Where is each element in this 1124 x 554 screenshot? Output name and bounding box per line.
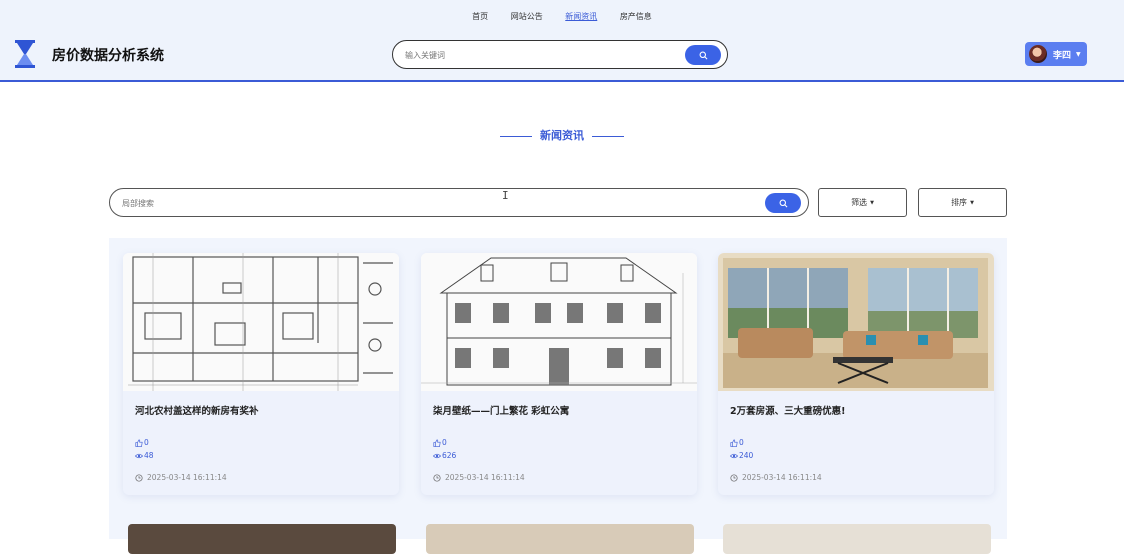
user-name: 李四: [1053, 50, 1072, 61]
nav-item-property[interactable]: 房产信息: [620, 12, 652, 21]
avatar: [1029, 45, 1047, 63]
header: 首页 网站公告 新闻资讯 房产信息 房价数据分析系统 李四 ▼: [0, 0, 1124, 82]
sort-dropdown-button[interactable]: 排序 ▼: [918, 188, 1007, 217]
news-card[interactable]: 河北农村盖这样的新房有奖补 0 48 2025-03-14 16:11:14: [123, 253, 399, 495]
filter-dropdown-button[interactable]: 筛选 ▼: [818, 188, 907, 217]
local-search-bar: [109, 188, 809, 217]
filter-label: 筛选: [851, 198, 868, 207]
news-title[interactable]: 河北农村盖这样的新房有奖补: [135, 403, 259, 417]
nav-item-announcements[interactable]: 网站公告: [511, 12, 543, 21]
top-search-input[interactable]: [405, 48, 675, 62]
clock-icon: [135, 473, 143, 482]
view-count: 626: [433, 451, 456, 460]
site-title: 房价数据分析系统: [52, 48, 164, 64]
section-heading: 新闻资讯: [0, 127, 1124, 143]
like-count-value: 0: [144, 438, 149, 447]
nav-item-news[interactable]: 新闻资讯: [565, 12, 597, 21]
news-card-partial[interactable]: [128, 524, 396, 554]
news-card[interactable]: 2万套房源、三大重磅优惠! 0 240 2025-03-14 16:11:14: [718, 253, 994, 495]
section-title: 新闻资讯: [540, 129, 584, 142]
eye-icon: [730, 453, 738, 458]
like-count-value: 0: [739, 438, 744, 447]
sort-label: 排序: [951, 198, 968, 207]
publish-time-value: 2025-03-14 16:11:14: [147, 473, 227, 482]
like-count[interactable]: 0: [730, 438, 744, 447]
top-nav: 首页 网站公告 新闻资讯 房产信息: [0, 11, 1124, 22]
thumbs-up-icon: [730, 438, 738, 447]
publish-time: 2025-03-14 16:11:14: [730, 473, 822, 482]
caret-down-icon: ▼: [870, 199, 874, 206]
view-count-value: 626: [442, 451, 457, 460]
thumbs-up-icon: [433, 438, 441, 447]
news-card[interactable]: 柒月壁纸——门上繁花 彩虹公寓 0 626 2025-03-14 16:11:1…: [421, 253, 697, 495]
view-count: 240: [730, 451, 753, 460]
clock-icon: [730, 473, 738, 482]
like-count[interactable]: 0: [433, 438, 447, 447]
news-image-living-room: [718, 253, 994, 391]
clock-icon: [433, 473, 441, 482]
publish-time-value: 2025-03-14 16:11:14: [445, 473, 525, 482]
like-count-value: 0: [442, 438, 447, 447]
divider: [592, 135, 624, 137]
news-image-floor-plan: [123, 253, 399, 391]
news-image-building-elevation: [421, 253, 697, 391]
divider: [500, 135, 532, 137]
search-icon: [779, 199, 787, 207]
local-search-input[interactable]: [122, 196, 722, 210]
view-count: 48: [135, 451, 154, 460]
text-cursor-icon: I: [502, 189, 509, 202]
local-search-button[interactable]: [765, 193, 801, 213]
hourglass-logo-icon: [15, 40, 35, 68]
thumbs-up-icon: [135, 438, 143, 447]
nav-item-home[interactable]: 首页: [472, 12, 488, 21]
caret-down-icon: ▼: [1076, 50, 1081, 58]
eye-icon: [135, 453, 143, 458]
news-card-partial[interactable]: [723, 524, 991, 554]
like-count[interactable]: 0: [135, 438, 149, 447]
eye-icon: [433, 453, 441, 458]
news-title[interactable]: 柒月壁纸——门上繁花 彩虹公寓: [433, 403, 569, 417]
user-menu-button[interactable]: 李四 ▼: [1025, 42, 1087, 66]
news-title[interactable]: 2万套房源、三大重磅优惠!: [730, 403, 845, 417]
publish-time: 2025-03-14 16:11:14: [135, 473, 227, 482]
news-card-partial[interactable]: [426, 524, 694, 554]
top-search-bar: [392, 40, 728, 69]
view-count-value: 48: [144, 451, 154, 460]
news-grid: 河北农村盖这样的新房有奖补 0 48 2025-03-14 16:11:14 柒…: [109, 238, 1007, 554]
publish-time: 2025-03-14 16:11:14: [433, 473, 525, 482]
publish-time-value: 2025-03-14 16:11:14: [742, 473, 822, 482]
view-count-value: 240: [739, 451, 754, 460]
search-icon: [699, 51, 707, 59]
caret-down-icon: ▼: [970, 199, 974, 206]
top-search-button[interactable]: [685, 45, 721, 65]
